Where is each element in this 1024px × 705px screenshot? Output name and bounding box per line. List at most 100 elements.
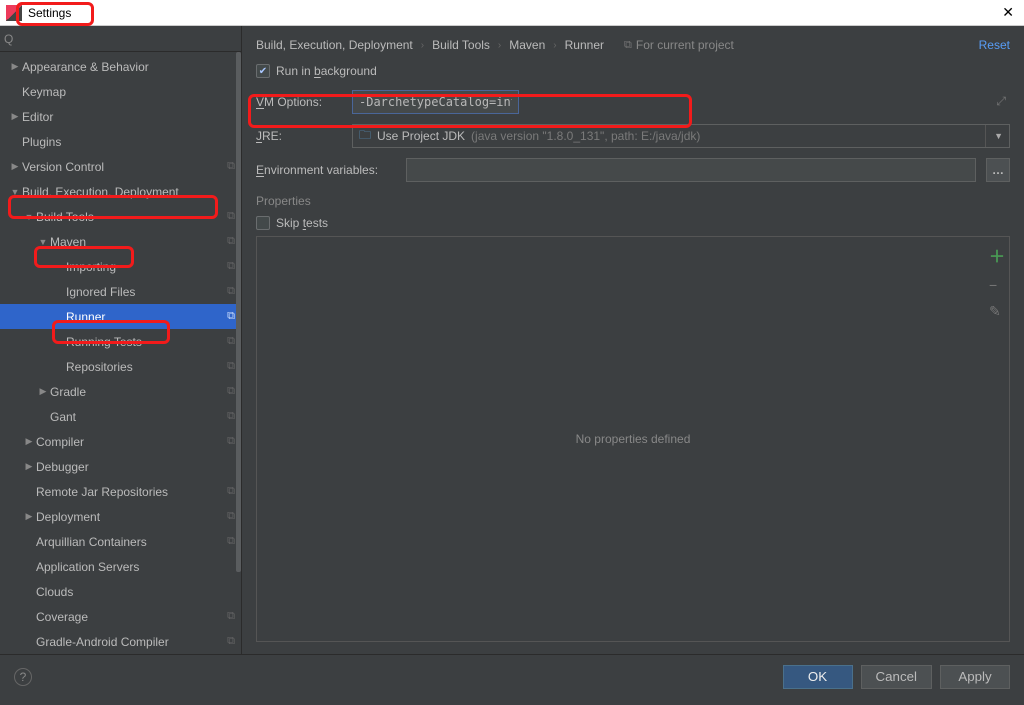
project-level-icon: ⧉: [227, 510, 235, 523]
project-level-icon: ⧉: [227, 360, 235, 373]
tree-item-gradle[interactable]: ▶Gradle ⧉: [0, 379, 241, 404]
skip-tests-label: Skip tests: [276, 216, 328, 230]
tree-item-label: Importing: [66, 260, 223, 274]
tree-item-label: Gradle: [50, 385, 223, 399]
properties-area: No properties defined ＋ − ✎: [256, 236, 1010, 642]
chevron-down-icon: ▼: [36, 237, 50, 247]
tree-item-build-execution-deployment[interactable]: ▼Build, Execution, Deployment: [0, 179, 241, 204]
jre-select[interactable]: 🗀 Use Project JDK (java version "1.8.0_1…: [352, 124, 1010, 148]
chevron-right-icon: ▶: [8, 111, 22, 122]
breadcrumb-item[interactable]: Maven: [509, 38, 545, 52]
vm-options-input[interactable]: [352, 90, 519, 114]
env-vars-row: Environment variables: …: [256, 158, 1010, 182]
tree-item-importing[interactable]: Importing⧉: [0, 254, 241, 279]
tree-item-remote-jar-repositories[interactable]: Remote Jar Repositories⧉: [0, 479, 241, 504]
skip-tests-row[interactable]: Skip tests: [256, 216, 1010, 230]
properties-label: Properties: [256, 194, 1010, 208]
tree-item-label: Ignored Files: [66, 285, 223, 299]
tree-item-label: Repositories: [66, 360, 223, 374]
tree-item-keymap[interactable]: Keymap: [0, 79, 241, 104]
chevron-right-icon: ▶: [22, 461, 36, 472]
tree-item-label: Runner: [66, 310, 223, 324]
apply-button[interactable]: Apply: [940, 665, 1010, 689]
edit-icon[interactable]: ✎: [989, 303, 1005, 320]
tree-item-label: Appearance & Behavior: [22, 60, 235, 74]
expand-icon[interactable]: ⤢: [996, 94, 1006, 109]
jre-hint: (java version "1.8.0_131", path: E:/java…: [471, 129, 700, 143]
scrollbar[interactable]: [236, 52, 241, 572]
tree-item-application-servers[interactable]: Application Servers: [0, 554, 241, 579]
project-level-icon: ⧉: [227, 610, 235, 623]
env-vars-browse-button[interactable]: …: [986, 158, 1010, 182]
properties-empty-text: No properties defined: [576, 432, 691, 446]
tree-item-label: Debugger: [36, 460, 235, 474]
chevron-right-icon: ▶: [22, 511, 36, 522]
tree-item-editor[interactable]: ▶Editor: [0, 104, 241, 129]
tree-item-gant[interactable]: Gant ⧉: [0, 404, 241, 429]
project-level-icon: ⧉: [227, 410, 235, 423]
help-icon[interactable]: ?: [14, 668, 32, 686]
tree-item-gradle-android-compiler[interactable]: Gradle-Android Compiler ⧉: [0, 629, 241, 654]
project-level-icon: ⧉: [227, 535, 235, 548]
tree-item-label: Gradle-Android Compiler: [36, 635, 223, 649]
add-icon[interactable]: ＋: [989, 243, 1005, 267]
tree-item-label: Arquillian Containers: [36, 535, 223, 549]
chevron-right-icon: ›: [421, 40, 424, 51]
cancel-button[interactable]: Cancel: [861, 665, 933, 689]
checkbox-unchecked-icon[interactable]: [256, 216, 270, 230]
project-level-icon: ⧉: [227, 635, 235, 648]
jre-selected-text: Use Project JDK: [377, 129, 465, 143]
window-title: Settings: [28, 6, 998, 20]
chevron-right-icon: ▶: [8, 161, 22, 172]
tree-item-maven[interactable]: ▼Maven⧉: [0, 229, 241, 254]
breadcrumb-item[interactable]: Build Tools: [432, 38, 490, 52]
project-level-icon: ⧉: [227, 435, 235, 448]
tree-item-repositories[interactable]: Repositories ⧉: [0, 354, 241, 379]
tree-item-debugger[interactable]: ▶Debugger: [0, 454, 241, 479]
checkbox-checked-icon[interactable]: ✔: [256, 64, 270, 78]
close-icon[interactable]: ✕: [998, 4, 1018, 21]
search-input[interactable]: [16, 32, 237, 46]
tree-item-clouds[interactable]: Clouds: [0, 579, 241, 604]
project-level-icon: ⧉: [227, 210, 235, 223]
vm-options-row: VM Options: ⤢: [256, 90, 1010, 114]
tree-item-ignored-files[interactable]: Ignored Files⧉: [0, 279, 241, 304]
tree-item-coverage[interactable]: Coverage⧉: [0, 604, 241, 629]
tree-item-label: Application Servers: [36, 560, 235, 574]
tree-item-running-tests[interactable]: Running Tests⧉: [0, 329, 241, 354]
tree-item-appearance-behavior[interactable]: ▶Appearance & Behavior: [0, 54, 241, 79]
breadcrumb-row: Build, Execution, Deployment › Build Tools…: [256, 38, 1010, 52]
project-level-icon: ⧉: [227, 385, 235, 398]
reset-link[interactable]: Reset: [979, 38, 1010, 52]
remove-icon[interactable]: −: [989, 277, 1005, 293]
tree-item-label: Deployment: [36, 510, 223, 524]
env-vars-input[interactable]: [406, 158, 976, 182]
tree-item-arquillian-containers[interactable]: Arquillian Containers ⧉: [0, 529, 241, 554]
tree-item-label: Version Control: [22, 160, 223, 174]
tree-item-plugins[interactable]: Plugins: [0, 129, 241, 154]
bottom-bar: ? OK Cancel Apply: [0, 654, 1024, 698]
tree-item-version-control[interactable]: ▶Version Control⧉: [0, 154, 241, 179]
tree-item-runner[interactable]: Runner⧉: [0, 304, 241, 329]
tree-item-deployment[interactable]: ▶Deployment ⧉: [0, 504, 241, 529]
vm-options-label: VM Options:: [256, 95, 342, 109]
tree-item-label: Compiler: [36, 435, 223, 449]
tree-item-label: Build Tools: [36, 210, 223, 224]
tree-item-label: Editor: [22, 110, 235, 124]
tree-item-compiler[interactable]: ▶Compiler⧉: [0, 429, 241, 454]
tree-item-label: Keymap: [22, 85, 235, 99]
run-in-background-row[interactable]: ✔ Run in background: [256, 64, 1010, 78]
tree-item-label: Gant: [50, 410, 223, 424]
breadcrumb-item[interactable]: Build, Execution, Deployment: [256, 38, 413, 52]
chevron-right-icon: ▶: [36, 386, 50, 397]
settings-tree[interactable]: ▶Appearance & BehaviorKeymap▶EditorPlugi…: [0, 52, 241, 654]
breadcrumb-item[interactable]: Runner: [565, 38, 604, 52]
copy-icon: ⧉: [624, 39, 632, 52]
tree-item-build-tools[interactable]: ▼Build Tools⧉: [0, 204, 241, 229]
tree-item-label: Plugins: [22, 135, 235, 149]
jre-row: JRE: 🗀 Use Project JDK (java version "1.…: [256, 124, 1010, 148]
env-vars-label: Environment variables:: [256, 163, 396, 177]
ok-button[interactable]: OK: [783, 665, 853, 689]
project-level-icon: ⧉: [227, 335, 235, 348]
properties-toolbar: ＋ − ✎: [989, 243, 1005, 320]
